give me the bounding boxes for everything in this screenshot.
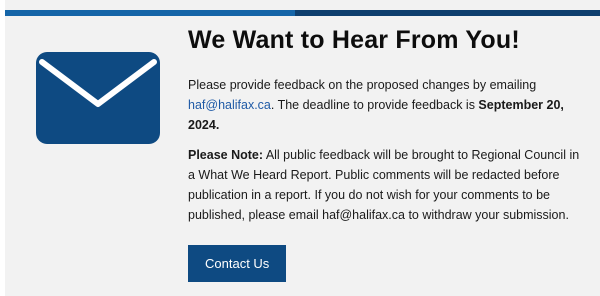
top-rule-accent xyxy=(5,10,295,16)
intro-paragraph: Please provide feedback on the proposed … xyxy=(188,75,588,135)
envelope-icon xyxy=(36,52,160,144)
contact-us-button[interactable]: Contact Us xyxy=(188,245,287,282)
intro-text: Please provide feedback on the proposed … xyxy=(188,78,537,92)
intro-end: . xyxy=(215,118,220,132)
note-label: Please Note: xyxy=(188,148,264,162)
feedback-content: We Want to Hear From You! Please provide… xyxy=(188,24,588,282)
email-link[interactable]: haf@halifax.ca xyxy=(188,98,271,112)
intro-text-2: . The deadline to provide feedback is xyxy=(270,98,479,112)
note-paragraph: Please Note: All public feedback will be… xyxy=(188,145,588,225)
page-title: We Want to Hear From You! xyxy=(188,26,520,54)
